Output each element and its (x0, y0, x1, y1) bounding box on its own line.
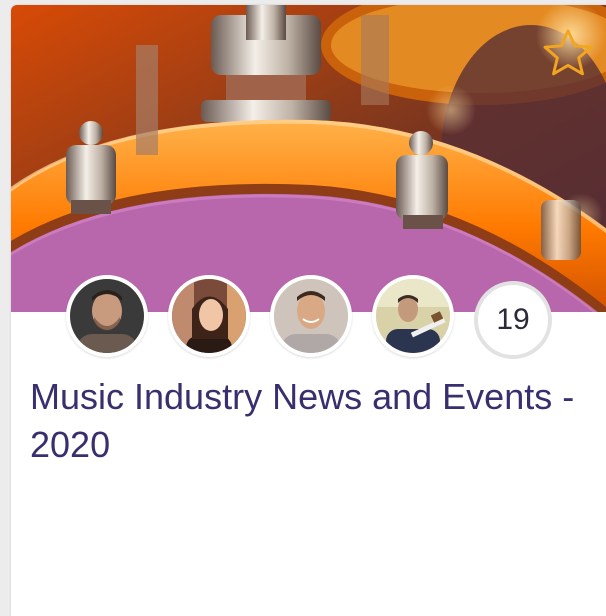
member-avatars: 19 (66, 273, 552, 359)
person-photo (274, 279, 348, 353)
member-avatar-4[interactable] (372, 275, 454, 357)
cover-image (11, 5, 606, 312)
member-avatar-1[interactable] (66, 275, 148, 357)
group-title[interactable]: Music Industry News and Events - 2020 (30, 373, 590, 469)
person-photo (70, 279, 144, 353)
star-outline-icon[interactable] (539, 25, 597, 83)
group-card[interactable]: 19 Music Industry News and Events - 2020 (11, 5, 606, 616)
member-avatar-2[interactable] (168, 275, 250, 357)
member-avatar-3[interactable] (270, 275, 352, 357)
drum-photo (11, 5, 606, 312)
person-photo (172, 279, 246, 353)
person-photo (376, 279, 450, 353)
member-count-badge[interactable]: 19 (474, 281, 552, 359)
